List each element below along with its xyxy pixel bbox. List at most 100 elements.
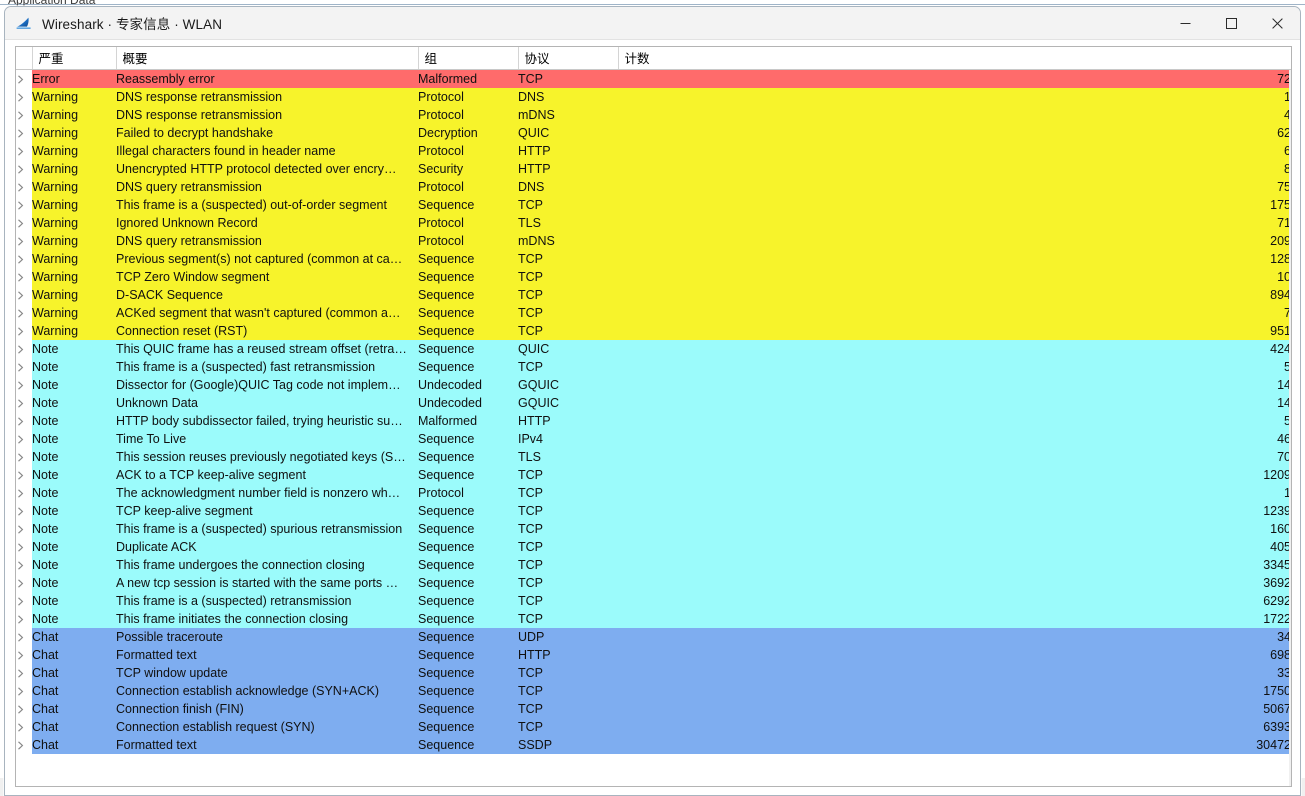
table-row[interactable]: Warning Illegal characters found in heade… xyxy=(16,141,1291,160)
chevron-right-icon[interactable] xyxy=(16,560,25,570)
row-expander[interactable] xyxy=(16,483,32,502)
chevron-right-icon[interactable] xyxy=(16,722,25,732)
row-expander[interactable] xyxy=(16,249,32,268)
table-row[interactable]: Note The acknowledgment number field is n… xyxy=(16,483,1291,502)
chevron-right-icon[interactable] xyxy=(16,416,25,426)
row-expander[interactable] xyxy=(16,141,32,160)
chevron-right-icon[interactable] xyxy=(16,650,25,660)
row-expander[interactable] xyxy=(16,375,32,394)
table-row[interactable]: Note A new tcp session is started with th… xyxy=(16,573,1291,592)
row-expander[interactable] xyxy=(16,519,32,538)
chevron-right-icon[interactable] xyxy=(16,614,25,624)
row-expander[interactable] xyxy=(16,717,32,736)
chevron-right-icon[interactable] xyxy=(16,380,25,390)
chevron-right-icon[interactable] xyxy=(16,344,25,354)
row-expander[interactable] xyxy=(16,627,32,646)
table-row[interactable]: Warning ACKed segment that wasn't capture… xyxy=(16,303,1291,322)
chevron-right-icon[interactable] xyxy=(16,146,25,156)
row-expander[interactable] xyxy=(16,699,32,718)
table-row[interactable]: Warning Unencrypted HTTP protocol detecte… xyxy=(16,159,1291,178)
row-expander[interactable] xyxy=(16,159,32,178)
row-expander[interactable] xyxy=(16,537,32,556)
table-row[interactable]: Warning DNS response retransmission Protoc… xyxy=(16,105,1291,124)
table-row[interactable]: Note This frame undergoes the connection … xyxy=(16,555,1291,574)
expert-info-table-container[interactable]: 严重 概要 组 协议 计数 Error Reassembly error Malfo… xyxy=(15,46,1292,787)
chevron-right-icon[interactable] xyxy=(16,218,25,228)
table-row[interactable]: Chat Connection finish (FIN) Sequence TCP 50… xyxy=(16,699,1291,718)
table-row[interactable]: Chat Formatted text Sequence HTTP 698 xyxy=(16,645,1291,664)
chevron-right-icon[interactable] xyxy=(16,290,25,300)
chevron-right-icon[interactable] xyxy=(16,686,25,696)
chevron-right-icon[interactable] xyxy=(16,236,25,246)
chevron-right-icon[interactable] xyxy=(16,578,25,588)
chevron-right-icon[interactable] xyxy=(16,704,25,714)
row-expander[interactable] xyxy=(16,393,32,412)
table-row[interactable]: Note This frame is a (suspected) fast ret… xyxy=(16,357,1291,376)
chevron-right-icon[interactable] xyxy=(16,362,25,372)
chevron-right-icon[interactable] xyxy=(16,524,25,534)
table-row[interactable]: Note Time To Live Sequence IPv4 46 xyxy=(16,429,1291,448)
chevron-right-icon[interactable] xyxy=(16,182,25,192)
chevron-right-icon[interactable] xyxy=(16,488,25,498)
column-header-protocol[interactable]: 协议 xyxy=(518,47,619,70)
row-expander[interactable] xyxy=(16,339,32,358)
row-expander[interactable] xyxy=(16,681,32,700)
row-expander[interactable] xyxy=(16,735,32,754)
chevron-right-icon[interactable] xyxy=(16,542,25,552)
column-header-group[interactable]: 组 xyxy=(418,47,519,70)
table-row[interactable]: Note ACK to a TCP keep-alive segment Seque… xyxy=(16,465,1291,484)
row-expander[interactable] xyxy=(16,555,32,574)
column-header-severity[interactable]: 严重 xyxy=(32,47,117,70)
chevron-right-icon[interactable] xyxy=(16,596,25,606)
title-bar[interactable]: Wireshark · 专家信息 · WLAN xyxy=(5,7,1300,40)
minimize-button[interactable] xyxy=(1162,7,1208,40)
vertical-scrollbar[interactable] xyxy=(1289,70,1291,786)
table-row[interactable]: Note TCP keep-alive segment Sequence TCP 123… xyxy=(16,501,1291,520)
column-header-summary[interactable]: 概要 xyxy=(116,47,419,70)
row-expander[interactable] xyxy=(16,69,32,88)
table-row[interactable]: Chat Possible traceroute Sequence UDP 34 xyxy=(16,627,1291,646)
table-row[interactable]: Warning This frame is a (suspected) out-o… xyxy=(16,195,1291,214)
table-row[interactable]: Chat Connection establish request (SYN) Se… xyxy=(16,717,1291,736)
row-expander[interactable] xyxy=(16,105,32,124)
chevron-right-icon[interactable] xyxy=(16,200,25,210)
row-expander[interactable] xyxy=(16,267,32,286)
chevron-right-icon[interactable] xyxy=(16,398,25,408)
table-row[interactable]: Note Unknown Data Undecoded GQUIC 14 xyxy=(16,393,1291,412)
row-expander[interactable] xyxy=(16,123,32,142)
row-expander[interactable] xyxy=(16,591,32,610)
table-row[interactable]: Note Dissector for (Google)QUIC Tag code … xyxy=(16,375,1291,394)
row-expander[interactable] xyxy=(16,429,32,448)
table-row[interactable]: Note This QUIC frame has a reused stream … xyxy=(16,339,1291,358)
chevron-right-icon[interactable] xyxy=(16,668,25,678)
chevron-right-icon[interactable] xyxy=(16,452,25,462)
chevron-right-icon[interactable] xyxy=(16,506,25,516)
row-expander[interactable] xyxy=(16,645,32,664)
table-row[interactable]: Chat Formatted text Sequence SSDP 30472 xyxy=(16,735,1291,754)
row-expander[interactable] xyxy=(16,87,32,106)
chevron-right-icon[interactable] xyxy=(16,164,25,174)
row-expander[interactable] xyxy=(16,195,32,214)
table-row[interactable]: Note This frame is a (suspected) retransm… xyxy=(16,591,1291,610)
chevron-right-icon[interactable] xyxy=(16,272,25,282)
chevron-right-icon[interactable] xyxy=(16,254,25,264)
row-expander[interactable] xyxy=(16,465,32,484)
table-row[interactable]: Chat Connection establish acknowledge (SY… xyxy=(16,681,1291,700)
chevron-right-icon[interactable] xyxy=(16,434,25,444)
table-row[interactable]: Warning D-SACK Sequence Sequence TCP 894 xyxy=(16,285,1291,304)
table-row[interactable]: Error Reassembly error Malformed TCP 72 xyxy=(16,69,1291,88)
table-row[interactable]: Note HTTP body subdissector failed, tryin… xyxy=(16,411,1291,430)
row-expander[interactable] xyxy=(16,501,32,520)
row-expander[interactable] xyxy=(16,357,32,376)
table-row[interactable]: Warning Failed to decrypt handshake Decryp… xyxy=(16,123,1291,142)
table-row[interactable]: Note This frame is a (suspected) spurious… xyxy=(16,519,1291,538)
row-expander[interactable] xyxy=(16,411,32,430)
chevron-right-icon[interactable] xyxy=(16,92,25,102)
table-row[interactable]: Warning Ignored Unknown Record Protocol TLS… xyxy=(16,213,1291,232)
chevron-right-icon[interactable] xyxy=(16,308,25,318)
chevron-right-icon[interactable] xyxy=(16,128,25,138)
chevron-right-icon[interactable] xyxy=(16,326,25,336)
close-button[interactable] xyxy=(1254,7,1300,40)
table-row[interactable]: Chat TCP window update Sequence TCP 33 xyxy=(16,663,1291,682)
chevron-right-icon[interactable] xyxy=(16,74,25,84)
